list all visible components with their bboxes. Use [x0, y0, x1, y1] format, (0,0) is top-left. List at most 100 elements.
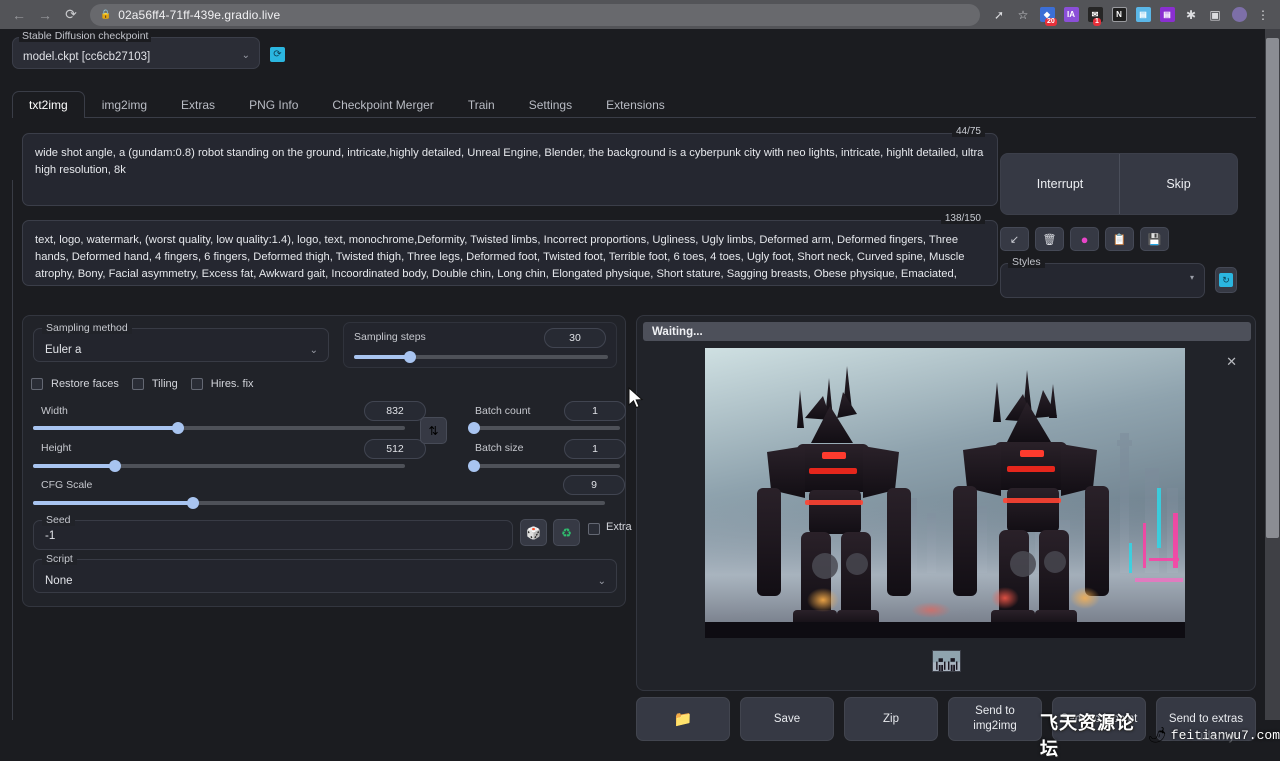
puzzle-icon[interactable]: ✱	[1180, 4, 1202, 26]
progress-status: Waiting...	[643, 322, 1251, 341]
chevron-down-icon: ⌄	[598, 576, 606, 587]
tiling-checkbox[interactable]	[132, 378, 144, 390]
height-track[interactable]	[33, 464, 405, 468]
width-value[interactable]: 832	[364, 401, 426, 421]
batch-size-track[interactable]	[470, 464, 620, 468]
tiling-label: Tiling	[152, 378, 178, 390]
batch-count-label: Batch count	[475, 405, 530, 417]
sampling-steps-thumb[interactable]	[404, 351, 416, 363]
page-scrollbar[interactable]	[1265, 29, 1280, 720]
prompt-input[interactable]: 44/75 wide shot angle, a (gundam:0.8) ro…	[22, 133, 998, 206]
main-tabs: txt2img img2img Extras PNG Info Checkpoi…	[12, 91, 1256, 118]
notion-extension-icon[interactable]: N	[1108, 4, 1130, 26]
batch-size-thumb[interactable]	[468, 460, 480, 472]
height-value[interactable]: 512	[364, 439, 426, 459]
profile-avatar[interactable]	[1228, 4, 1250, 26]
batch-size-value[interactable]: 1	[564, 439, 626, 459]
refresh-checkpoint-icon[interactable]: ⟳	[270, 47, 285, 62]
watermark-faint-text: udemy	[1196, 728, 1235, 743]
cfg-scale-label: CFG Scale	[41, 479, 92, 491]
recycle-icon[interactable]: ♻	[553, 519, 580, 546]
width-track[interactable]	[33, 426, 405, 430]
sampling-steps-slider[interactable]: Sampling steps 30	[343, 322, 617, 368]
reload-icon[interactable]: ⟳	[58, 2, 84, 28]
back-icon[interactable]: ←	[6, 2, 32, 28]
styles-dropdown[interactable]: Styles ▾ ↻	[1000, 263, 1205, 298]
cfg-scale-thumb[interactable]	[187, 497, 199, 509]
generated-image[interactable]	[705, 348, 1185, 638]
sidebar-toggle-icon[interactable]: ▣	[1204, 4, 1226, 26]
height-thumb[interactable]	[109, 460, 121, 472]
tab-train[interactable]: Train	[451, 91, 512, 117]
zip-button[interactable]: Zip	[844, 697, 938, 741]
close-icon[interactable]: ✕	[1226, 354, 1237, 370]
browser-menu-icon[interactable]: ⋮	[1252, 4, 1274, 26]
forward-icon[interactable]: →	[32, 2, 58, 28]
seed-label: Seed	[42, 514, 75, 526]
interrupt-skip-row: Interrupt Skip	[1000, 153, 1238, 215]
skip-button[interactable]: Skip	[1119, 154, 1237, 214]
save-button[interactable]: Save	[740, 697, 834, 741]
ia-extension-icon[interactable]: IA	[1060, 4, 1082, 26]
batch-count-value[interactable]: 1	[564, 401, 626, 421]
cfg-scale-value[interactable]: 9	[563, 475, 625, 495]
batch-size-label: Batch size	[475, 442, 523, 454]
extra-label: Extra	[606, 521, 632, 533]
styles-label: Styles	[1008, 256, 1045, 268]
tab-extras[interactable]: Extras	[164, 91, 232, 117]
screenshot-extension-icon[interactable]: ▤	[1132, 4, 1154, 26]
mail-extension-icon[interactable]: ✉ 1	[1084, 4, 1106, 26]
chevron-down-icon: ⌄	[310, 345, 318, 356]
tab-extensions[interactable]: Extensions	[589, 91, 682, 117]
seed-input[interactable]: Seed -1	[33, 520, 513, 550]
tab-checkpoint-merger[interactable]: Checkpoint Merger	[315, 91, 450, 117]
browser-toolbar: ← → ⟳ 🔒 02a56ff4-71ff-439e.gradio.live ➚…	[0, 0, 1280, 29]
sampling-method-dropdown[interactable]: Sampling method Euler a ⌄	[33, 328, 329, 362]
negative-prompt-text: text, logo, watermark, (worst quality, l…	[35, 232, 985, 283]
tab-settings[interactable]: Settings	[512, 91, 589, 117]
dice-icon[interactable]: 🎲	[520, 519, 547, 546]
chevron-down-icon: ▾	[1190, 273, 1194, 282]
checkpoint-value: model.ckpt [cc6cb27103]	[23, 51, 150, 63]
tab-img2img[interactable]: img2img	[85, 91, 164, 117]
bookmark-star-icon[interactable]: ☆	[1012, 4, 1034, 26]
send-to-img2img-button[interactable]: Send to img2img	[948, 697, 1042, 741]
purple-extension-icon[interactable]: ▤	[1156, 4, 1178, 26]
negative-prompt-input[interactable]: 138/150 text, logo, watermark, (worst qu…	[22, 220, 998, 286]
sampling-method-value: Euler a	[45, 344, 81, 356]
scrollbar-thumb[interactable]	[1266, 38, 1279, 538]
batch-count-track[interactable]	[470, 426, 620, 430]
trash-icon[interactable]: 🗑	[1035, 227, 1064, 251]
save-style-icon[interactable]: 💾	[1140, 227, 1169, 251]
folder-icon: 📁	[674, 712, 693, 727]
sampling-steps-label: Sampling steps	[354, 331, 426, 343]
refresh-styles-icon[interactable]: ↻	[1215, 267, 1237, 293]
restore-faces-label: Restore faces	[51, 378, 119, 390]
cfg-scale-track[interactable]	[33, 501, 605, 505]
webui-page: Stable Diffusion checkpoint model.ckpt […	[0, 29, 1280, 720]
swap-dimensions-button[interactable]: ⇅	[420, 417, 447, 444]
checkpoint-dropdown[interactable]: Stable Diffusion checkpoint model.ckpt […	[12, 37, 260, 69]
arrow-up-icon[interactable]: ↙	[1000, 227, 1029, 251]
clipboard-icon[interactable]: 📋	[1105, 227, 1134, 251]
batch-count-thumb[interactable]	[468, 422, 480, 434]
width-thumb[interactable]	[172, 422, 184, 434]
script-dropdown[interactable]: Script None ⌄	[33, 559, 617, 593]
restore-faces-checkbox[interactable]	[31, 378, 43, 390]
extra-checkbox[interactable]	[588, 523, 600, 535]
sampling-steps-value[interactable]: 30	[544, 328, 606, 348]
height-label: Height	[41, 442, 71, 454]
sampling-method-label: Sampling method	[42, 322, 132, 334]
sync-extension-icon[interactable]: ◆ 20	[1036, 4, 1058, 26]
address-bar[interactable]: 🔒 02a56ff4-71ff-439e.gradio.live	[90, 4, 980, 26]
open-folder-button[interactable]: 📁	[636, 697, 730, 741]
result-panel: Waiting... ✕	[636, 315, 1256, 691]
share-icon[interactable]: ➚	[988, 4, 1010, 26]
tab-txt2img[interactable]: txt2img	[12, 91, 85, 118]
paste-dot-icon[interactable]: ●	[1070, 227, 1099, 251]
interrupt-button[interactable]: Interrupt	[1001, 154, 1119, 214]
tab-png-info[interactable]: PNG Info	[232, 91, 315, 117]
sampling-steps-track[interactable]	[354, 355, 608, 359]
hires-fix-checkbox[interactable]	[191, 378, 203, 390]
image-thumbnail[interactable]	[932, 650, 961, 672]
